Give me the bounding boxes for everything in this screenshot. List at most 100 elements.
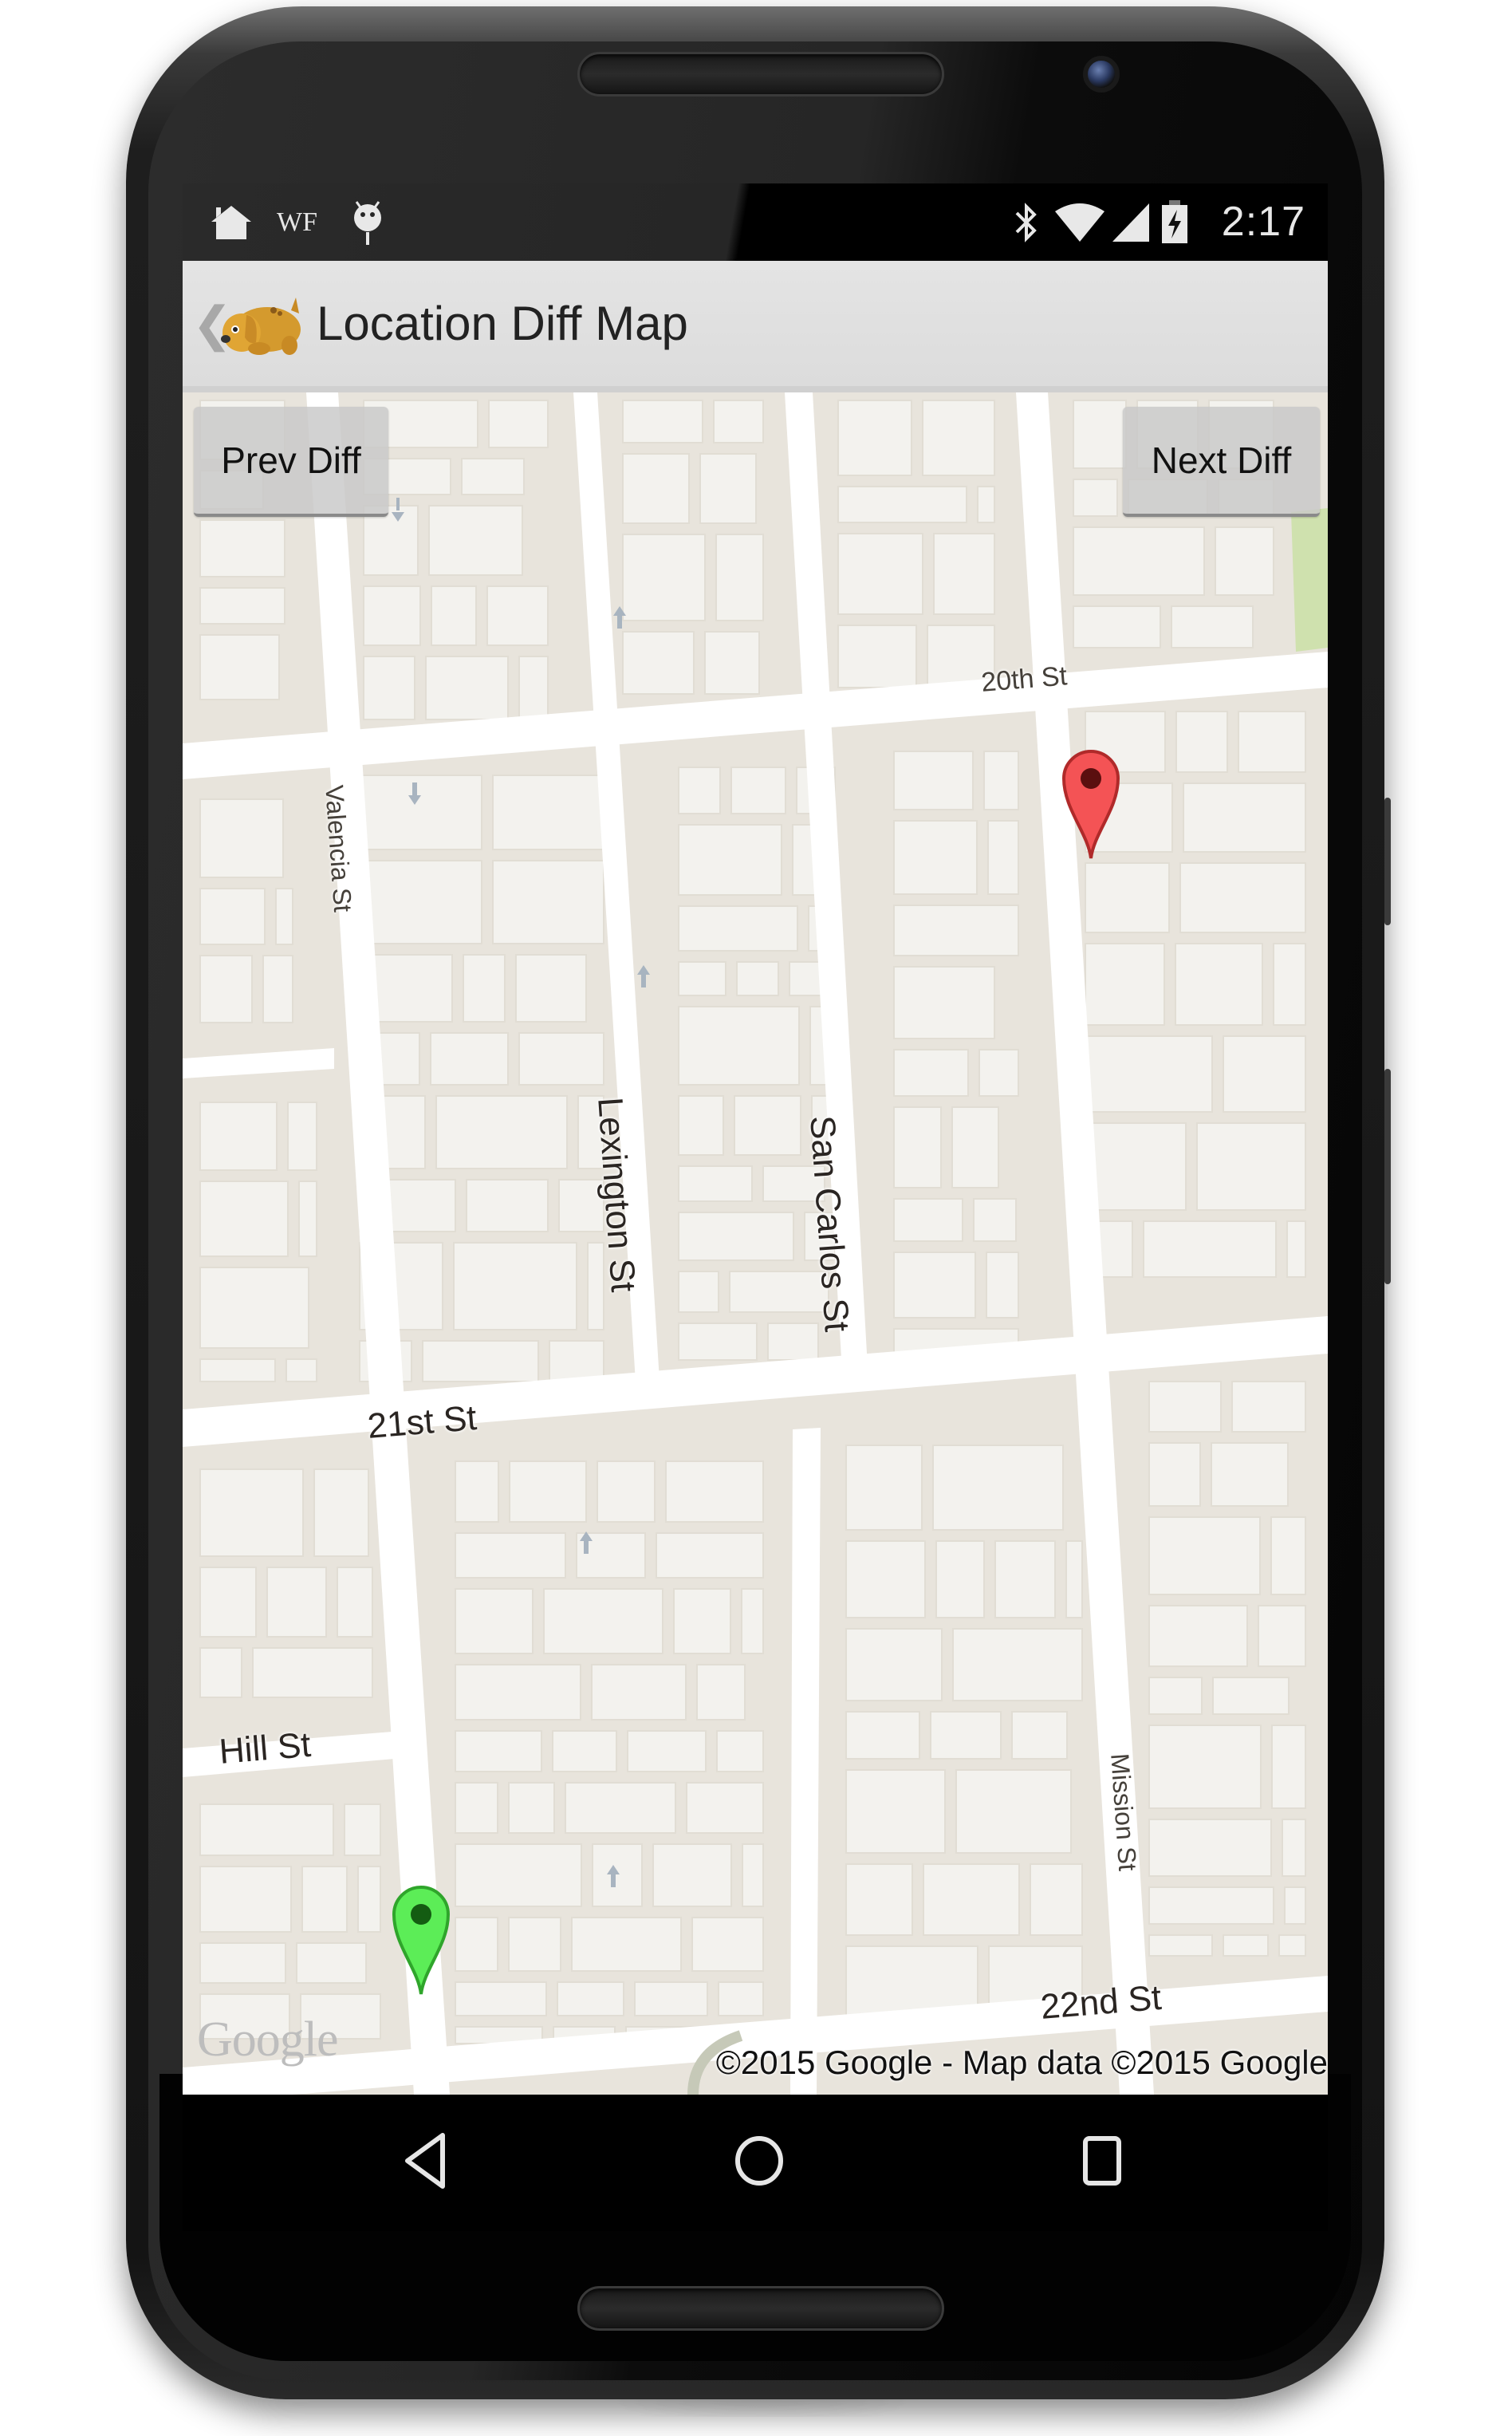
app-title: Location Diff Map	[317, 297, 688, 350]
building-footprint	[955, 1769, 1072, 1854]
nav-back-button[interactable]	[390, 2127, 462, 2198]
building-footprint	[837, 486, 967, 523]
building-footprint	[1085, 943, 1165, 1026]
building-footprint	[262, 955, 293, 1023]
status-bar: WF 2:17	[183, 183, 1328, 261]
building-footprint	[767, 1322, 819, 1361]
dog-icon[interactable]	[218, 293, 305, 360]
building-footprint	[552, 1730, 617, 1772]
building-footprint	[622, 534, 706, 621]
building-footprint	[199, 1866, 292, 1933]
google-logo: Google	[197, 2012, 339, 2067]
building-footprint	[1011, 1711, 1068, 1760]
building-footprint	[978, 1049, 1019, 1097]
prev-diff-button[interactable]: Prev Diff	[194, 407, 388, 517]
nav-recents-button[interactable]	[1066, 2127, 1138, 2198]
building-footprint	[287, 1102, 317, 1171]
power-button[interactable]	[1384, 798, 1391, 925]
building-footprint	[455, 1782, 498, 1834]
building-footprint	[430, 1032, 509, 1086]
building-footprint	[1183, 782, 1306, 853]
building-footprint	[1215, 526, 1274, 596]
building-footprint	[515, 954, 587, 1023]
building-footprint	[1085, 1122, 1187, 1211]
building-footprint	[1148, 1381, 1222, 1433]
building-footprint	[435, 1095, 568, 1169]
building-footprint	[1282, 1819, 1306, 1877]
red-marker[interactable]	[1059, 745, 1123, 859]
building-footprint	[455, 1588, 534, 1654]
next-diff-button[interactable]: Next Diff	[1123, 407, 1320, 517]
building-footprint	[893, 1252, 976, 1319]
building-footprint	[199, 1358, 276, 1382]
building-footprint	[977, 486, 995, 523]
nav-home-button[interactable]	[723, 2127, 795, 2198]
building-footprint	[736, 961, 779, 996]
oneway-arrow-up	[611, 1874, 616, 1887]
building-footprint	[492, 860, 604, 944]
earpiece-speaker	[577, 52, 944, 97]
building-footprint	[1030, 1863, 1083, 1936]
map-view[interactable]: 20th St 21st St 22nd St Hill St Valencia…	[183, 392, 1328, 2095]
building-footprint	[1073, 479, 1118, 517]
building-footprint	[678, 1271, 719, 1313]
green-marker[interactable]	[389, 1881, 453, 1995]
map-attribution[interactable]: ©2015 Google - Map data ©2015 Google	[716, 2044, 1328, 2082]
building-footprint	[486, 585, 549, 646]
building-footprint	[597, 1460, 656, 1523]
building-footprint	[932, 1445, 1064, 1531]
building-footprint	[741, 1588, 764, 1654]
building-footprint	[1278, 1934, 1306, 1957]
oneway-arrow-up	[584, 1541, 589, 1554]
volume-button[interactable]	[1384, 1069, 1391, 1284]
building-footprint	[591, 1664, 687, 1721]
building-footprint	[463, 954, 506, 1023]
oneway-arrow-up	[641, 975, 646, 987]
building-footprint	[455, 1917, 498, 1972]
building-footprint	[461, 458, 525, 495]
building-footprint	[455, 1532, 566, 1579]
building-footprint	[718, 1981, 764, 2016]
building-footprint	[266, 1567, 327, 1638]
building-footprint	[425, 656, 509, 720]
building-footprint	[296, 1942, 367, 1984]
building-footprint	[1179, 862, 1306, 933]
building-footprint	[951, 1106, 999, 1188]
bluetooth-icon	[1012, 203, 1041, 242]
building-footprint	[893, 1198, 963, 1242]
wf-indicator: WF	[277, 207, 317, 237]
building-footprint	[252, 1647, 373, 1698]
building-footprint	[933, 533, 995, 615]
building-footprint	[994, 1540, 1056, 1618]
building-footprint	[923, 1863, 1020, 1936]
building-footprint	[1073, 400, 1127, 469]
building-footprint	[199, 888, 266, 945]
building-footprint	[199, 587, 285, 625]
building-footprint	[275, 888, 293, 945]
building-footprint	[1073, 526, 1205, 596]
building-footprint	[1148, 1442, 1201, 1507]
building-footprint	[715, 534, 764, 621]
building-footprint	[199, 634, 280, 700]
building-footprint	[518, 1032, 604, 1086]
building-footprint	[930, 1711, 1002, 1760]
building-footprint	[1286, 1220, 1306, 1278]
building-footprint	[199, 1267, 309, 1349]
building-footprint	[1148, 1819, 1272, 1877]
home-circle-icon	[731, 2129, 787, 2197]
building-footprint	[488, 400, 549, 448]
building-footprint	[431, 585, 477, 646]
building-footprint	[508, 1917, 561, 1972]
device-screen: WF 2:17 ❮ Location Diff Map 20th St 21st…	[183, 183, 1328, 2231]
building-footprint	[678, 1212, 794, 1261]
building-footprint	[1212, 1677, 1290, 1715]
building-footprint	[678, 1006, 800, 1086]
building-footprint	[678, 1322, 758, 1361]
building-footprint	[1148, 1516, 1261, 1595]
building-footprint	[344, 1803, 381, 1856]
building-footprint	[845, 1540, 926, 1618]
building-footprint	[363, 656, 415, 720]
building-footprint	[893, 1049, 969, 1097]
building-footprint	[704, 631, 760, 695]
map-canvas[interactable]	[183, 392, 1328, 2095]
